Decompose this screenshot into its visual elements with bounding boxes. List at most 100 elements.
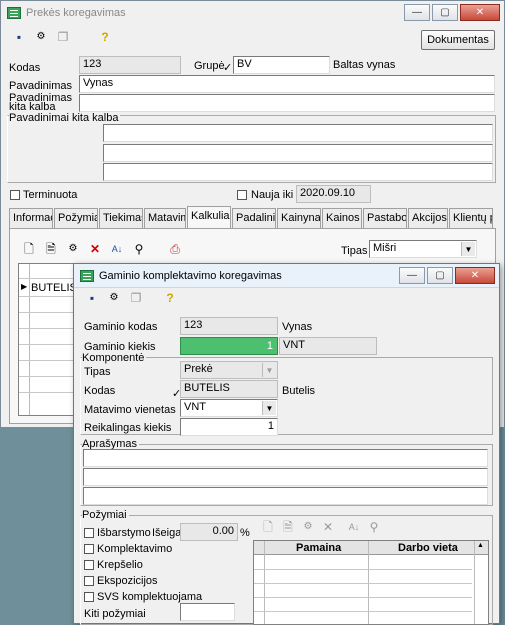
properties-icon[interactable]: ⚙	[33, 30, 49, 44]
pavadinimai-kita-input-3[interactable]	[103, 163, 493, 181]
aprasymas-input-1[interactable]	[83, 449, 488, 467]
save-icon[interactable]: ▪	[84, 291, 100, 305]
tab-pozymiai[interactable]: Požymiai	[54, 208, 98, 228]
komplektavimo-checkbox[interactable]	[84, 544, 94, 554]
aprasymas-input-2[interactable]	[83, 468, 488, 486]
matavimo-value: VNT	[184, 401, 206, 413]
tab-kalkuliacija[interactable]: Kalkuliac	[187, 206, 231, 228]
row-pointer-icon: ▶	[21, 282, 28, 291]
new-document-icon[interactable]: 🗋	[21, 242, 37, 256]
pavadinimai-kita-input-1[interactable]	[103, 124, 493, 142]
tab-pastabos[interactable]: Pastabos	[363, 208, 407, 228]
krepselio-label: Krepšelio	[97, 559, 143, 571]
pavadinimas-kita-input[interactable]	[79, 94, 495, 112]
col-pamaina[interactable]: Pamaina	[296, 542, 341, 554]
tipas-select[interactable]: Prekė ▼	[180, 361, 278, 379]
tipas-label: Tipas	[84, 366, 111, 378]
terminuota-label: Terminuota	[23, 189, 78, 201]
kiti-pozymiai-label: Kiti požymiai	[84, 608, 146, 620]
minimize-button[interactable]: —	[404, 4, 430, 21]
tab-kainos[interactable]: Kainos	[322, 208, 362, 228]
delete-icon[interactable]: ✕	[320, 520, 336, 534]
help-icon[interactable]: ?	[162, 291, 178, 305]
minimize-button[interactable]: —	[399, 267, 425, 284]
pavadinimai-kita-input-2[interactable]	[103, 144, 493, 162]
help-icon[interactable]: ?	[97, 30, 113, 44]
iseiga-value: 0.00	[212, 525, 234, 537]
properties-icon[interactable]: ⚙	[300, 520, 316, 534]
ekspozicijos-checkbox[interactable]	[84, 576, 94, 586]
new-document-icon[interactable]: 🗋	[260, 520, 276, 534]
properties-icon[interactable]: ⚙	[106, 291, 122, 305]
grid-row-butelis[interactable]: BUTELIS	[31, 282, 77, 294]
find-icon[interactable]: ⚲	[366, 520, 382, 534]
komponente-label: Komponentė	[82, 352, 147, 364]
tab-informacija[interactable]: Informac	[9, 208, 53, 228]
delete-icon[interactable]: ✕	[87, 242, 103, 256]
svs-label: SVS komplektuojama	[97, 591, 203, 603]
terminuota-checkbox[interactable]	[10, 190, 20, 200]
kiti-pozymiai-input[interactable]	[180, 603, 235, 621]
main-title: Prekės koregavimas	[26, 7, 126, 19]
chevron-down-icon[interactable]: ▼	[262, 401, 276, 415]
close-button[interactable]: ✕	[460, 4, 500, 21]
kodas-input[interactable]: 123	[79, 56, 181, 74]
tab-akcijos[interactable]: Akcijos	[408, 208, 448, 228]
save-icon[interactable]: ▪	[11, 30, 27, 44]
tab-matavimas[interactable]: Matavima	[144, 208, 186, 228]
properties-icon[interactable]: ⚙	[65, 242, 81, 256]
dialog-title: Gaminio komplektavimo koregavimas	[99, 269, 282, 282]
krepselio-checkbox[interactable]	[84, 560, 94, 570]
reikalingas-value: 1	[267, 420, 274, 432]
svs-checkbox[interactable]	[84, 592, 94, 602]
matavimo-select[interactable]: VNT ▼	[180, 399, 278, 417]
close-button[interactable]: ✕	[455, 267, 495, 284]
sort-icon[interactable]: A↓	[346, 520, 362, 534]
pozymiai-label: Požymiai	[82, 509, 129, 521]
gaminio-kodas-input[interactable]: 123	[180, 317, 278, 335]
main-titlebar: Prekės koregavimas — ▢ ✕	[1, 1, 504, 25]
gaminio-kiekis-unit: VNT	[279, 337, 377, 355]
maximize-button[interactable]: ▢	[427, 267, 453, 284]
documents-button[interactable]: Dokumentas	[421, 30, 495, 50]
sort-icon[interactable]: A↓	[109, 242, 125, 256]
nauja-iki-input[interactable]: 2020.09.10	[296, 185, 371, 203]
kodas-input[interactable]: BUTELIS	[180, 380, 278, 398]
isbarstymo-checkbox[interactable]	[84, 528, 94, 538]
edit-document-icon[interactable]: 🗎	[43, 242, 59, 256]
pamaina-grid[interactable]: Pamaina Darbo vieta ▲	[253, 540, 489, 625]
copy-icon[interactable]: ❐	[55, 30, 71, 44]
print-icon[interactable]: ⎙	[167, 242, 183, 256]
dialog-titlebar: Gaminio komplektavimo koregavimas — ▢ ✕	[74, 264, 499, 288]
iseiga-unit: %	[240, 527, 250, 539]
find-icon[interactable]: ⚲	[131, 242, 147, 256]
reikalingas-label: Reikalingas kiekis	[84, 422, 172, 434]
pavadinimas-label: Pavadinimas	[9, 80, 72, 92]
copy-icon[interactable]: ❐	[128, 291, 144, 305]
tab-tiekimas[interactable]: Tiekimas	[99, 208, 143, 228]
nauja-iki-checkbox[interactable]	[237, 190, 247, 200]
iseiga-input[interactable]: 0.00	[180, 523, 238, 541]
scroll-up-icon[interactable]: ▲	[477, 542, 484, 549]
tipas-label: Tipas	[341, 245, 368, 257]
pavadinimas-kita-label-2: kita kalba	[9, 101, 56, 113]
pavadinimas-input[interactable]: Vynas	[79, 75, 495, 93]
pavadinimai-kita-label: Pavadinimai kita kalba	[9, 112, 121, 124]
tab-strip: Informac Požymiai Tiekimas Matavima Kalk…	[9, 206, 497, 228]
kodas-label: Kodas	[9, 62, 41, 74]
col-darbo-vieta[interactable]: Darbo vieta	[398, 542, 458, 554]
tipas-select[interactable]: Mišri ▼	[369, 240, 477, 258]
dialog-toolbar: ▪ ⚙ ❐ ?	[84, 291, 178, 305]
gaminio-kiekis-input[interactable]: 1	[180, 337, 278, 355]
edit-document-icon[interactable]: 🗎	[280, 520, 296, 534]
grupe-input[interactable]: BV	[233, 56, 330, 74]
chevron-down-icon[interactable]: ▼	[461, 242, 475, 256]
maximize-button[interactable]: ▢	[432, 4, 458, 21]
tab-kainynas[interactable]: Kainynas	[277, 208, 321, 228]
chevron-down-icon[interactable]: ▼	[262, 363, 276, 377]
tab-padaliniai[interactable]: Padalinia	[232, 208, 276, 228]
gaminio-kodas-name: Vynas	[282, 321, 313, 333]
tab-klientu-prekes[interactable]: Klientų pr	[449, 208, 493, 228]
aprasymas-input-3[interactable]	[83, 487, 488, 505]
reikalingas-input[interactable]: 1	[180, 418, 278, 436]
